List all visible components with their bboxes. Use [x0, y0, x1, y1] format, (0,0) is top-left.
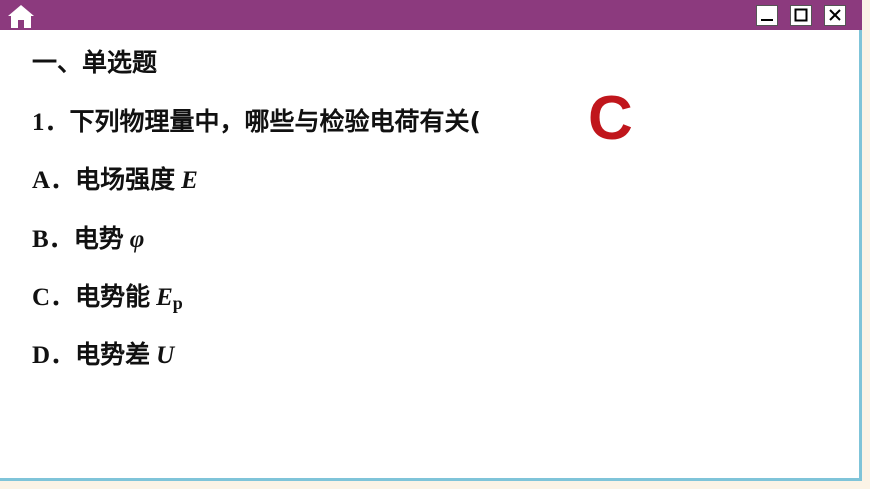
- option-variable: U: [156, 342, 175, 369]
- question-line: 1．下列物理量中，哪些与检验电荷有关(: [32, 102, 481, 138]
- minimize-button[interactable]: [756, 5, 778, 26]
- option-label: D．: [32, 342, 76, 369]
- option-text: 电势差: [75, 340, 151, 369]
- option-label: A．: [32, 167, 76, 194]
- option-variable: E: [156, 284, 173, 311]
- option-variable: φ: [129, 226, 145, 253]
- option-text: 电场强度: [75, 165, 176, 194]
- maximize-icon: [794, 8, 808, 22]
- option-b: B．电势 φ: [32, 219, 144, 255]
- section-title: 一、单选题: [32, 48, 158, 77]
- option-label: B．: [32, 226, 74, 253]
- answer-mark: C: [588, 84, 633, 153]
- option-a: A．电场强度 E: [32, 160, 198, 196]
- option-label: C．: [32, 284, 76, 311]
- question-number: 1．: [32, 109, 70, 136]
- maximize-button[interactable]: [790, 5, 812, 26]
- slide-window: 一、单选题 1．下列物理量中，哪些与检验电荷有关( C A．电场强度 E B．电势…: [0, 0, 862, 481]
- option-d: D．电势差 U: [32, 335, 174, 371]
- minimize-icon: [761, 19, 773, 21]
- home-icon[interactable]: [5, 3, 37, 29]
- title-bar: [0, 0, 862, 30]
- close-icon: [829, 9, 841, 21]
- option-c: C．电势能 Ep: [32, 277, 183, 313]
- option-text: 电势能: [75, 282, 151, 311]
- slide-content: 一、单选题 1．下列物理量中，哪些与检验电荷有关( C A．电场强度 E B．电势…: [0, 30, 858, 477]
- option-variable: E: [181, 167, 198, 194]
- option-text: 电势: [73, 224, 124, 253]
- option-subscript: p: [172, 293, 183, 313]
- close-button[interactable]: [824, 5, 846, 26]
- question-text: 下列物理量中，哪些与检验电荷有关(: [69, 107, 481, 136]
